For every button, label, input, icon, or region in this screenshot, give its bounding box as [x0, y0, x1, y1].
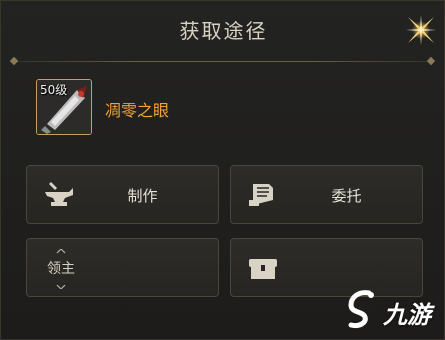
acquisition-dialog: 获取途径 50级 凋零之眼 制作 委托 领主 九游: [0, 0, 445, 340]
dialog-header: 获取途径: [1, 1, 444, 63]
item-level-label: 50级: [40, 83, 68, 97]
watermark: 九游: [343, 287, 438, 333]
chest-icon: [249, 259, 277, 279]
watermark-logo-icon: [348, 290, 374, 328]
commission-button[interactable]: 委托: [230, 165, 423, 224]
lord-icon-chevrons: [56, 249, 66, 289]
craft-label: 制作: [127, 187, 158, 205]
abyss-party-button[interactable]: 领主: [26, 238, 219, 297]
header-divider: [13, 61, 434, 62]
craft-button[interactable]: 制作: [26, 165, 219, 224]
watermark-text: 九游: [383, 301, 431, 329]
item-slot[interactable]: 50级: [36, 79, 92, 135]
commission-label: 委托: [331, 187, 362, 205]
close-icon[interactable]: [404, 13, 438, 47]
dialog-title: 获取途径: [179, 19, 268, 43]
item-name: 凋零之眼: [105, 101, 170, 120]
